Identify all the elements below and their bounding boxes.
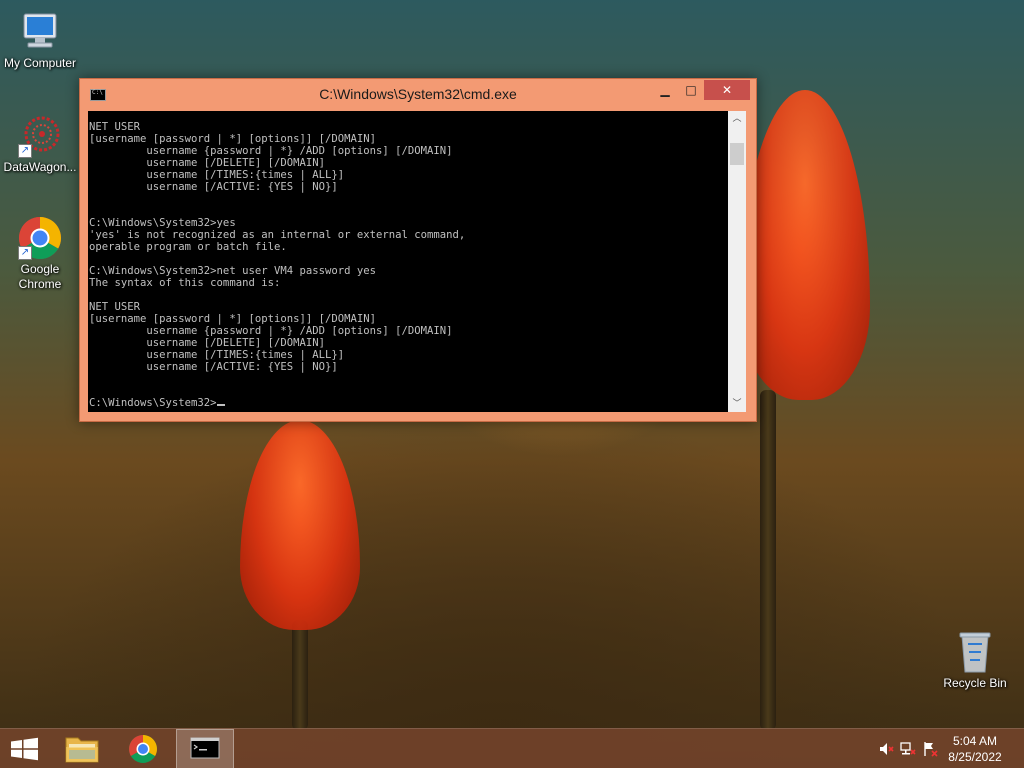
close-button[interactable]: ✕ (704, 80, 750, 100)
minimize-icon: ▁ (660, 83, 670, 97)
console-line: username {password | *} /ADD [options] [… (89, 325, 453, 337)
console-line: NET USER (89, 301, 141, 313)
wallpaper-stem-left (292, 620, 308, 730)
system-tray: 5:04 AM 8/25/2022 (864, 729, 1024, 768)
volume-muted-icon[interactable] (878, 741, 894, 757)
wallpaper-tulip-left (240, 420, 360, 630)
datawagon-icon: ↗ (18, 114, 62, 158)
cmd-window[interactable]: C:\Windows\System32\cmd.exe ▁ □ ✕ NET US… (79, 78, 757, 422)
wallpaper-tulip-right (740, 90, 870, 400)
desktop-icon-recycle-bin[interactable]: Recycle Bin (935, 630, 1015, 691)
console-text: NET USER [username [password | *] [optio… (88, 111, 728, 409)
console-line: NET USER (89, 121, 141, 133)
taskbar-cmd[interactable] (176, 729, 234, 768)
console-line: username {password | *} /ADD [options] [… (89, 145, 453, 157)
desktop-icon-label: Recycle Bin (943, 676, 1007, 690)
shortcut-arrow-icon: ↗ (18, 246, 32, 260)
console-line: C:\Windows\System32>yes (89, 217, 236, 229)
console-line: username [/DELETE] [/DOMAIN] (89, 157, 325, 169)
desktop-icon-label: Google Chrome (18, 262, 62, 291)
console-line: [username [password | *] [options]] [/DO… (89, 133, 377, 145)
taskbar: 5:04 AM 8/25/2022 (0, 728, 1024, 768)
chevron-up-icon: ︿ (732, 114, 742, 124)
vertical-scrollbar[interactable]: ︿ ﹀ (728, 111, 746, 412)
clock-time: 5:04 AM (952, 734, 998, 748)
cmd-titlebar[interactable]: C:\Windows\System32\cmd.exe ▁ □ ✕ (80, 79, 756, 111)
scroll-up-button[interactable]: ︿ (728, 111, 746, 127)
action-center-flag-icon[interactable] (922, 741, 938, 757)
maximize-icon: □ (685, 83, 697, 97)
wallpaper-stem-right (760, 390, 776, 730)
console-line: username [/DELETE] [/DOMAIN] (89, 337, 325, 349)
minimize-button[interactable]: ▁ (652, 80, 678, 100)
scroll-down-button[interactable]: ﹀ (728, 396, 746, 412)
console-line: username [/ACTIVE: {YES | NO}] (89, 181, 338, 193)
scrollbar-thumb[interactable] (730, 143, 744, 165)
taskbar-chrome[interactable] (116, 729, 170, 768)
chevron-down-icon: ﹀ (732, 399, 742, 409)
file-explorer-icon (65, 737, 99, 763)
desktop-icon-datawagon[interactable]: ↗ DataWagon... (0, 114, 80, 175)
console-line: username [/TIMES:{times | ALL}] (89, 169, 345, 181)
console-line: username [/TIMES:{times | ALL}] (89, 349, 345, 361)
maximize-button[interactable]: □ (678, 80, 704, 100)
console-line: The syntax of this command is: (89, 277, 281, 289)
network-icon[interactable] (900, 741, 916, 757)
desktop-icon-label: My Computer (3, 56, 77, 70)
desktop-icon-my-computer[interactable]: My Computer (0, 10, 80, 71)
chrome-icon (129, 735, 157, 763)
recycle-bin-icon (953, 630, 997, 674)
windows-logo-icon (11, 737, 38, 761)
console-line: 'yes' is not recognized as an internal o… (89, 229, 466, 241)
computer-icon (18, 10, 62, 54)
cmd-icon (190, 737, 220, 759)
close-icon: ✕ (721, 83, 733, 97)
shortcut-arrow-icon: ↗ (18, 144, 32, 158)
command-prompt: C:\Windows\System32> (89, 397, 217, 409)
console-line: C:\Windows\System32>net user VM4 passwor… (89, 265, 377, 277)
start-button[interactable] (0, 729, 50, 768)
console-line: [username [password | *] [options]] [/DO… (89, 313, 377, 325)
desktop-icon-google-chrome[interactable]: ↗ Google Chrome (0, 216, 80, 292)
console-output[interactable]: NET USER [username [password | *] [optio… (88, 111, 728, 412)
desktop-icon-label: DataWagon... (3, 160, 77, 174)
taskbar-clock[interactable]: 5:04 AM 8/25/2022 (940, 733, 1010, 765)
desktop: My Computer ↗ DataWagon... ↗ Google Chro… (0, 0, 1024, 768)
chrome-icon: ↗ (18, 216, 62, 260)
taskbar-file-explorer[interactable] (56, 729, 110, 768)
console-line: operable program or batch file. (89, 241, 287, 253)
console-line: username [/ACTIVE: {YES | NO}] (89, 361, 338, 373)
clock-date: 8/25/2022 (948, 750, 1002, 764)
text-cursor (216, 404, 225, 406)
